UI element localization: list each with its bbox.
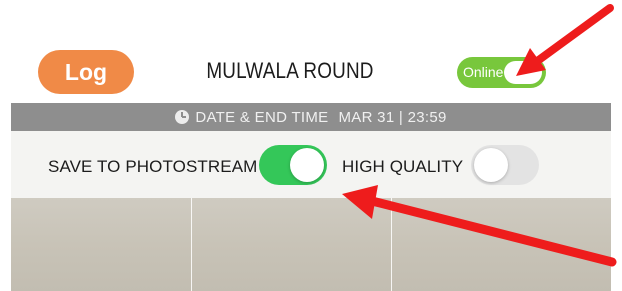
date-end-time-bar[interactable]: DATE & END TIME MAR 31 | 23:59 xyxy=(11,103,611,131)
photostream-switch[interactable] xyxy=(259,145,327,185)
date-end-time-label: DATE & END TIME xyxy=(195,108,329,126)
screen: Log MULWALA ROUND Online DATE & END TIME… xyxy=(0,0,622,291)
online-toggle-knob xyxy=(504,61,542,84)
options-row: SAVE TO PHOTOSTREAM HIGH QUALITY xyxy=(11,131,611,198)
online-label: Online xyxy=(463,64,504,80)
high-quality-switch-knob xyxy=(474,148,508,182)
camera-preview[interactable] xyxy=(11,198,611,291)
date-end-time-value: MAR 31 | 23:59 xyxy=(338,108,447,126)
high-quality-switch[interactable] xyxy=(471,145,539,185)
online-toggle[interactable]: Online xyxy=(457,57,546,88)
log-button[interactable]: Log xyxy=(38,50,134,94)
high-quality-label: HIGH QUALITY xyxy=(342,157,464,176)
grid-line xyxy=(191,198,192,291)
grid-line xyxy=(391,198,392,291)
photostream-switch-knob xyxy=(290,148,324,182)
page-title: MULWALA ROUND xyxy=(206,58,374,83)
photostream-label: SAVE TO PHOTOSTREAM xyxy=(48,157,258,176)
clock-icon xyxy=(175,110,190,124)
